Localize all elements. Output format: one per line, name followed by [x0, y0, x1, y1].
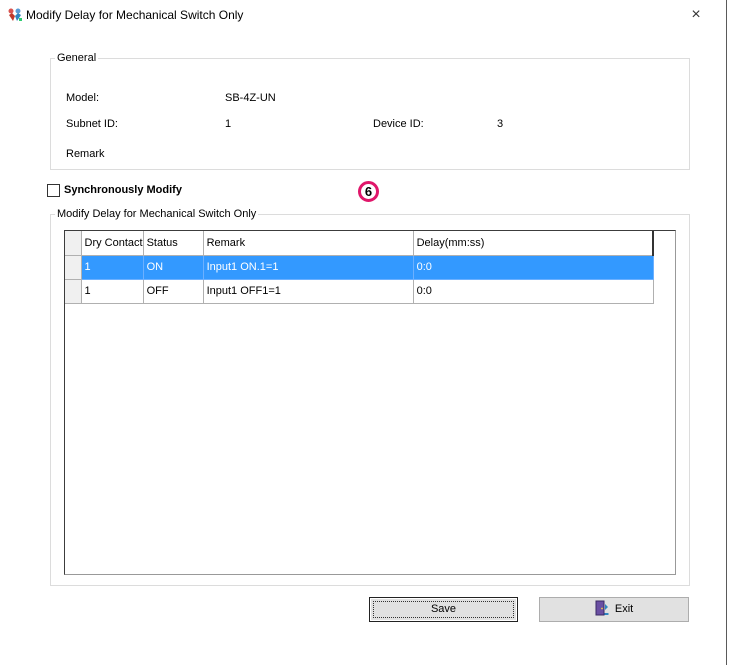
general-group: General Model: SB-4Z-UN Subnet ID: 1 Dev… [50, 52, 690, 170]
hands-app-icon [7, 7, 23, 23]
table-header-row: Dry Contact Status Remark Delay(mm:ss) [65, 231, 655, 256]
model-value: SB-4Z-UN [225, 92, 276, 104]
dry-contact-cell[interactable]: 1 [80, 254, 144, 280]
exit-door-icon [595, 600, 609, 616]
title-bar: Modify Delay for Mechanical Switch Only … [0, 0, 726, 30]
dry-contact-cell[interactable]: 1 [80, 278, 144, 304]
column-header-remark[interactable]: Remark [202, 231, 414, 256]
delay-table: Dry Contact Status Remark Delay(mm:ss) 1… [65, 231, 655, 304]
save-button[interactable]: Save [369, 597, 518, 622]
delay-cell[interactable]: 0:0 [412, 278, 654, 304]
step-number-badge: 6 [358, 181, 379, 202]
remark-label: Remark [66, 148, 105, 160]
close-button[interactable]: × [684, 4, 708, 26]
synchronously-modify-checkbox[interactable] [47, 184, 60, 197]
device-id-value: 3 [497, 118, 504, 130]
column-header-dry-contact[interactable]: Dry Contact [80, 231, 144, 256]
exit-button-label: Exit [614, 603, 634, 615]
dialog-window: Modify Delay for Mechanical Switch Only … [0, 0, 727, 665]
row-header-cell[interactable] [65, 278, 82, 304]
column-header-delay[interactable]: Delay(mm:ss) [412, 231, 655, 256]
delay-grid[interactable]: Dry Contact Status Remark Delay(mm:ss) 1… [64, 230, 676, 575]
remark-cell[interactable]: Input1 ON.1=1 [202, 254, 414, 280]
close-icon: × [691, 6, 701, 23]
window-title: Modify Delay for Mechanical Switch Only [26, 8, 244, 22]
status-cell[interactable]: ON [142, 254, 204, 280]
remark-cell[interactable]: Input1 OFF1=1 [202, 278, 414, 304]
delay-cell[interactable]: 0:0 [412, 254, 654, 280]
model-label: Model: [66, 92, 100, 104]
table-row[interactable]: 1 ON Input1 ON.1=1 0:0 [65, 254, 654, 280]
subnet-id-value: 1 [225, 118, 232, 130]
general-legend: General [57, 52, 97, 64]
focus-rectangle [373, 601, 514, 618]
exit-button[interactable]: Exit [539, 597, 689, 622]
status-cell[interactable]: OFF [142, 278, 204, 304]
row-header-cell[interactable] [65, 254, 82, 280]
device-id-label: Device ID: [373, 118, 424, 130]
column-header-status[interactable]: Status [142, 231, 204, 256]
modify-delay-legend: Modify Delay for Mechanical Switch Only [57, 208, 257, 220]
subnet-id-label: Subnet ID: [66, 118, 118, 130]
synchronously-modify-label[interactable]: Synchronously Modify [64, 184, 182, 196]
table-row[interactable]: 1 OFF Input1 OFF1=1 0:0 [65, 278, 654, 304]
row-header-corner [65, 231, 82, 256]
